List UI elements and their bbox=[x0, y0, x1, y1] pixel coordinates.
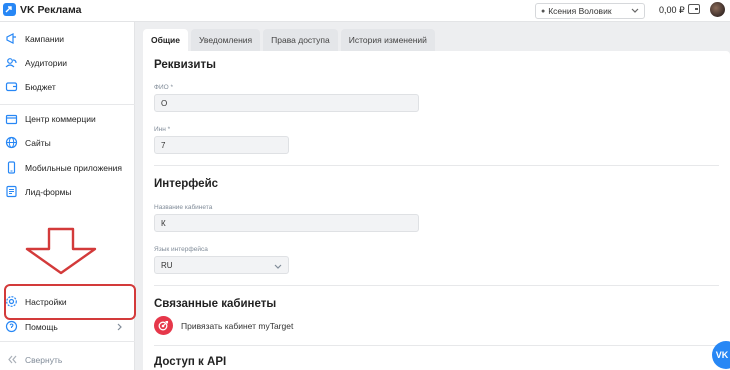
section-divider bbox=[154, 285, 719, 286]
avatar[interactable] bbox=[710, 2, 725, 17]
wallet-icon bbox=[5, 82, 18, 92]
tab-access-rights[interactable]: Права доступа bbox=[263, 29, 338, 51]
sidebar-item-label: Помощь bbox=[25, 322, 58, 332]
tab-change-history[interactable]: История изменений bbox=[340, 29, 435, 51]
fio-field[interactable]: О bbox=[154, 94, 419, 112]
vk-ads-logo-icon bbox=[3, 3, 16, 16]
annotation-arrow-icon bbox=[25, 227, 97, 275]
settings-panel: Реквизиты ФИО * О Инн * 7 Интерфейс Назв… bbox=[143, 51, 730, 370]
sidebar-item-label: Сайты bbox=[25, 138, 51, 148]
sidebar-item-mobile-apps[interactable]: Мобильные приложения bbox=[0, 157, 135, 179]
chevron-down-icon bbox=[631, 8, 639, 13]
link-mytarget-label: Привязать кабинет myTarget bbox=[181, 320, 294, 331]
fio-label: ФИО * bbox=[154, 84, 174, 91]
section-title-linked-cabinets: Связанные кабинеты bbox=[154, 298, 277, 310]
sidebar-item-commerce[interactable]: Центр коммерции bbox=[0, 108, 135, 130]
annotation-highlight bbox=[4, 284, 136, 320]
sidebar-item-label: Аудитории bbox=[25, 58, 67, 68]
app-title: VK Реклама bbox=[20, 3, 82, 16]
inn-field[interactable]: 7 bbox=[154, 136, 289, 154]
sidebar-item-campaigns[interactable]: Кампании bbox=[0, 28, 135, 50]
sidebar-item-label: Кампании bbox=[25, 34, 65, 44]
cabinet-name-field[interactable]: К bbox=[154, 214, 419, 232]
link-mytarget-button[interactable]: Привязать кабинет myTarget bbox=[154, 316, 293, 335]
account-name: Ксения Воловик bbox=[548, 6, 612, 16]
user-icon: ● bbox=[541, 7, 546, 15]
help-icon bbox=[5, 320, 18, 333]
vk-ads-logo[interactable]: VK Реклама bbox=[3, 3, 81, 16]
tab-general[interactable]: Общие bbox=[143, 29, 188, 51]
section-divider bbox=[154, 345, 719, 346]
double-chevron-left-icon bbox=[8, 355, 17, 364]
sidebar-item-sites[interactable]: Сайты bbox=[0, 132, 135, 154]
sidebar-item-budget[interactable]: Бюджет bbox=[0, 76, 135, 98]
settings-tabs: Общие Уведомления Права доступа История … bbox=[143, 29, 438, 51]
section-title-api-access: Доступ к API bbox=[154, 356, 227, 368]
account-select[interactable]: ● Ксения Воловик bbox=[535, 3, 645, 19]
sidebar-divider bbox=[0, 341, 135, 342]
balance[interactable]: 0,00 ₽ bbox=[659, 5, 685, 16]
inn-label: Инн * bbox=[154, 126, 171, 133]
chevron-down-icon bbox=[274, 264, 282, 269]
cabinet-name-label: Название кабинета bbox=[154, 204, 213, 211]
sidebar-item-lead-forms[interactable]: Лид-формы bbox=[0, 181, 135, 203]
chevron-right-icon bbox=[117, 323, 122, 331]
section-title-interface: Интерфейс bbox=[154, 178, 219, 190]
globe-icon bbox=[5, 136, 18, 149]
sidebar-collapse-button[interactable]: Свернуть bbox=[0, 349, 135, 370]
language-select[interactable]: RU bbox=[154, 256, 289, 274]
sidebar: Кампании Аудитории Бюджет Центр коммерци… bbox=[0, 22, 136, 370]
top-bar: VK Реклама ● Ксения Воловик 0,00 ₽ bbox=[0, 0, 730, 22]
audience-icon bbox=[5, 58, 17, 68]
megaphone-icon bbox=[6, 33, 16, 44]
language-value: RU bbox=[161, 260, 173, 270]
sidebar-item-label: Центр коммерции bbox=[25, 114, 96, 124]
sidebar-item-label: Мобильные приложения bbox=[25, 163, 123, 173]
phone-icon bbox=[7, 161, 16, 174]
sidebar-item-label: Свернуть bbox=[25, 355, 63, 365]
sidebar-divider bbox=[0, 104, 135, 105]
form-icon bbox=[6, 185, 17, 198]
cart-icon bbox=[5, 114, 18, 125]
mytarget-icon bbox=[154, 316, 173, 335]
language-label: Язык интерфейса bbox=[154, 246, 208, 253]
wallet-icon[interactable] bbox=[688, 4, 700, 14]
sidebar-item-audiences[interactable]: Аудитории bbox=[0, 52, 135, 74]
sidebar-item-help[interactable]: Помощь bbox=[0, 316, 135, 338]
section-divider bbox=[154, 165, 719, 166]
sidebar-item-label: Лид-формы bbox=[25, 187, 72, 197]
sidebar-item-label: Бюджет bbox=[25, 82, 56, 92]
tab-notifications[interactable]: Уведомления bbox=[191, 29, 261, 51]
section-title-requisites: Реквизиты bbox=[154, 59, 216, 71]
